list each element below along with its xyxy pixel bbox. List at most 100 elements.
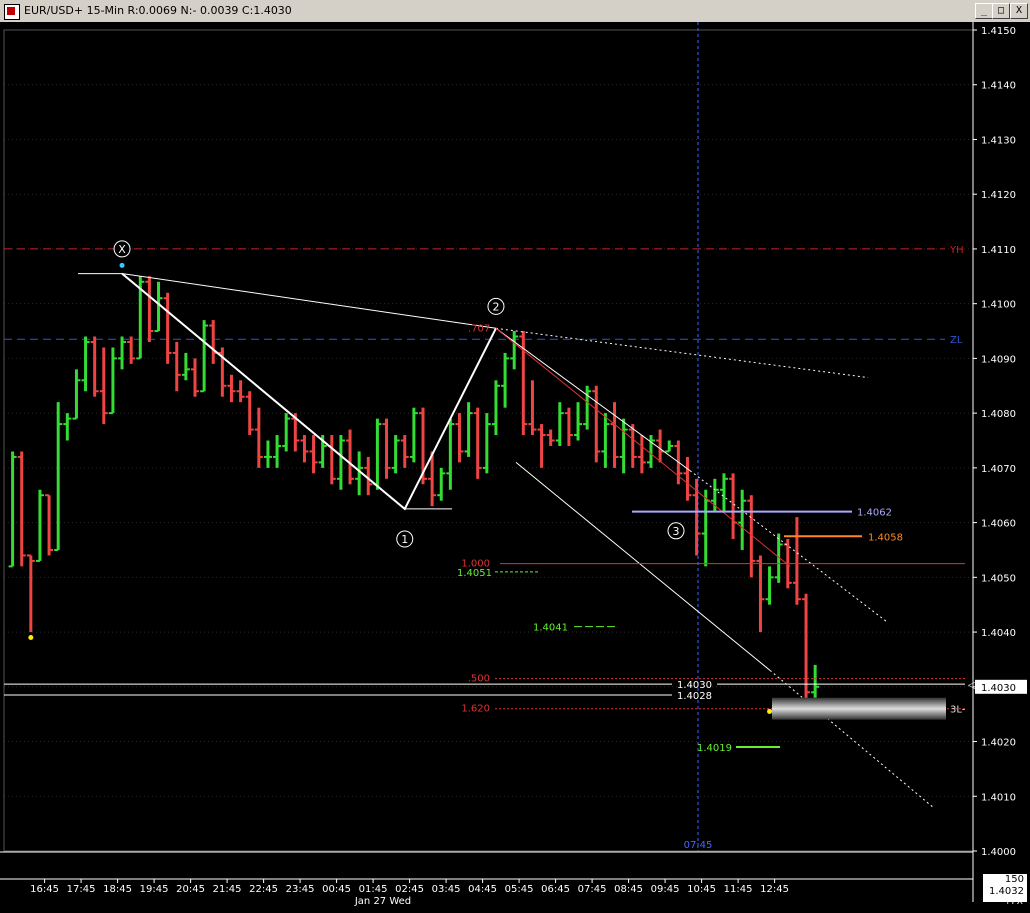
bar-down (227, 374, 236, 403)
bar-down (656, 429, 665, 463)
bar-down (528, 380, 537, 436)
bar-up (63, 413, 72, 441)
price-chart[interactable]: YH ZL 07:45 1.4150 1.4140 1.4130 1.4120 1.4110… (0, 22, 1030, 913)
bar-down (145, 276, 154, 342)
bar-down (537, 424, 546, 468)
plot-border (3, 29, 974, 852)
bar-up (574, 402, 583, 441)
bar-down (592, 385, 601, 463)
x-tick-label: 03:45 (432, 884, 461, 895)
y-tick-label: 1.4070 (981, 464, 1016, 475)
bar-up (765, 566, 774, 605)
level-4028-label: 1.4028 (677, 691, 712, 702)
bar-down (191, 358, 199, 397)
crosshair-time-label: 07:45 (684, 840, 713, 851)
bar-up (200, 320, 209, 393)
bar-up (54, 402, 63, 551)
bar-up (373, 418, 382, 490)
wave-text: 3 (673, 525, 680, 538)
x-tick-label: 20:45 (176, 884, 205, 895)
wave-x-marker: X (113, 240, 131, 258)
bar-down (473, 407, 482, 479)
volume-value: 150 (1004, 874, 1024, 885)
y-tick-label: 1.4120 (981, 190, 1016, 201)
level-4030-label: 1.4030 (677, 680, 712, 691)
bar-down (564, 407, 573, 446)
drawings-layer (4, 262, 965, 808)
grid-layer (4, 29, 973, 852)
y-tick-label: 1.4050 (981, 573, 1016, 584)
bar-up (72, 369, 81, 420)
volume-readout: 150 1.4032 (983, 874, 1027, 902)
low-dot (28, 635, 34, 641)
labels-layer: 1.000.5001.620.7071.40621.40581.40511.40… (113, 240, 976, 754)
current-price-label: 1.4030 (981, 683, 1016, 694)
bar-up (263, 440, 272, 468)
y-tick-label: 1.4040 (981, 628, 1016, 639)
fib-1620-label: 1.620 (461, 704, 490, 715)
chart-frame[interactable]: YH ZL 07:45 1.4150 1.4140 1.4130 1.4120 1.4110… (0, 22, 1030, 913)
wave-text: X (118, 243, 126, 256)
bar-down (254, 407, 263, 468)
bar-down (209, 320, 218, 364)
bar-down (300, 435, 309, 463)
bar-down (17, 451, 26, 567)
x-tick-label: 16:45 (30, 884, 59, 895)
bar-up (719, 473, 728, 512)
bar-up (8, 451, 17, 568)
x-tick-label: 10:45 (687, 884, 716, 895)
bar-up (601, 413, 610, 468)
stop-loss-label: 3L- (950, 705, 966, 716)
level-4051-label: 1.4051 (457, 568, 492, 579)
bar-up (701, 489, 710, 567)
bar-up (81, 336, 90, 392)
x-tick-label: 01:45 (359, 884, 388, 895)
bar-up (555, 402, 564, 446)
yh-label: YH (949, 245, 964, 256)
level-4041-label: 1.4041 (533, 623, 568, 634)
bar-down (346, 429, 355, 485)
x-tick-label: 00:45 (322, 884, 351, 895)
bar-up (811, 664, 820, 698)
y-tick-label: 1.4060 (981, 519, 1016, 530)
bar-up (510, 331, 519, 370)
fib-500-label: .500 (468, 674, 490, 685)
chart-window-icon (4, 4, 20, 20)
bar-up (710, 478, 719, 512)
x-tick-label: 23:45 (286, 884, 315, 895)
x-tick-label: 02:45 (395, 884, 424, 895)
bar-down (45, 494, 54, 556)
bar-down (546, 429, 555, 446)
zl-label: ZL (950, 335, 963, 346)
axes-layer: 1.4150 1.4140 1.4130 1.4120 1.4110 1.4100 1.40… (0, 22, 1027, 907)
bar-down (26, 554, 35, 633)
bar-down (400, 435, 409, 468)
y-tick-label: 1.4020 (981, 738, 1016, 749)
channel-bottom-ext (769, 669, 934, 808)
bar-up (738, 489, 747, 550)
bar-down (236, 380, 245, 403)
maximize-button[interactable]: □ (992, 3, 1010, 19)
close-button[interactable]: X (1010, 3, 1028, 19)
y-tick-label: 1.4110 (981, 245, 1016, 256)
fib-707-label: .707 (468, 323, 490, 334)
bar-up (336, 435, 345, 490)
bar-up (446, 418, 455, 490)
level-4062-label: 1.4062 (857, 508, 892, 519)
wave-1-marker: 1 (396, 530, 414, 548)
bar-down (747, 495, 756, 578)
bar-down (172, 341, 181, 392)
stop-loss-band (772, 697, 946, 720)
x-tick-label: 22:45 (249, 884, 278, 895)
wave-text: 1 (401, 533, 408, 546)
last-dot (767, 708, 773, 714)
date-label: Jan 27 Wed (354, 896, 411, 907)
x-tick-label: 17:45 (67, 884, 96, 895)
high-dot (119, 262, 125, 268)
y-tick-label: 1.4010 (981, 792, 1016, 803)
price-pointer-icon: ◁ (968, 680, 976, 691)
bar-down (127, 336, 136, 364)
bar-up (35, 489, 44, 562)
minimize-button[interactable]: _ (975, 3, 993, 19)
bar-up (619, 418, 628, 474)
